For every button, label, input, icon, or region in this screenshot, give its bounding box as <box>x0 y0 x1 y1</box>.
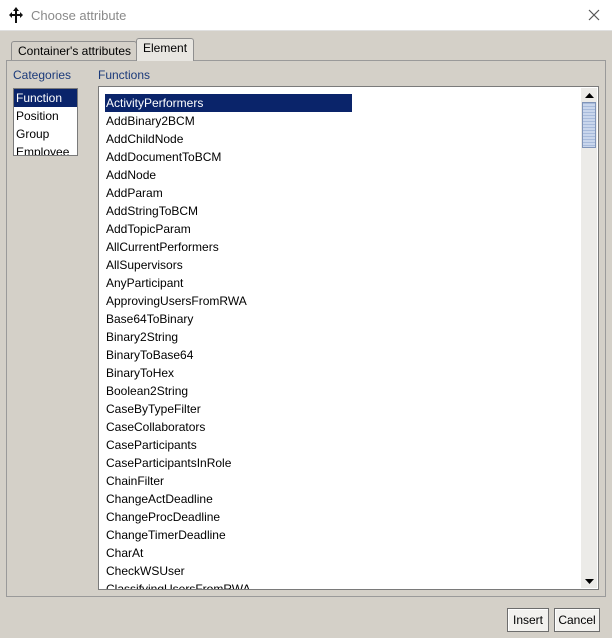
function-item[interactable]: ChangeActDeadline <box>105 490 352 508</box>
function-item[interactable]: AddBinary2BCM <box>105 112 352 130</box>
function-item[interactable]: BinaryToBase64 <box>105 346 352 364</box>
arrow-up-icon <box>584 92 594 98</box>
function-item[interactable]: AddChildNode <box>105 130 352 148</box>
close-button[interactable] <box>582 4 606 26</box>
window-title: Choose attribute <box>31 8 127 23</box>
drag-move-icon <box>9 7 23 23</box>
tab-element[interactable]: Element <box>136 38 194 61</box>
category-item[interactable]: Function <box>14 89 77 107</box>
function-item[interactable]: CaseCollaborators <box>105 418 352 436</box>
close-icon <box>588 9 600 21</box>
cancel-button[interactable]: Cancel <box>554 608 600 632</box>
category-item[interactable]: Position <box>14 107 77 125</box>
function-item[interactable]: AddNode <box>105 166 352 184</box>
function-item[interactable]: AnyParticipant <box>105 274 352 292</box>
arrow-down-icon <box>584 578 594 584</box>
tab-containers-attributes[interactable]: Container's attributes <box>11 41 137 61</box>
functions-scrollbar[interactable] <box>581 88 597 588</box>
function-item[interactable]: CaseParticipantsInRole <box>105 454 352 472</box>
function-item[interactable]: ActivityPerformers <box>105 94 352 112</box>
category-item[interactable]: Employee <box>14 143 77 155</box>
function-item[interactable]: ApprovingUsersFromRWA <box>105 292 352 310</box>
functions-label: Functions <box>98 68 151 82</box>
function-item[interactable]: CharAt <box>105 544 352 562</box>
function-item[interactable]: Binary2String <box>105 328 352 346</box>
function-item[interactable]: CaseParticipants <box>105 436 352 454</box>
function-item[interactable]: CaseByTypeFilter <box>105 400 352 418</box>
function-item[interactable]: AllCurrentPerformers <box>105 238 352 256</box>
scrollbar-thumb[interactable] <box>582 102 596 148</box>
categories-list[interactable]: Function Position Group Employee <box>13 88 78 156</box>
scroll-down-button[interactable] <box>581 574 597 588</box>
function-item[interactable]: Base64ToBinary <box>105 310 352 328</box>
title-bar: Choose attribute <box>0 0 612 31</box>
function-item[interactable]: Boolean2String <box>105 382 352 400</box>
function-item[interactable]: AddDocumentToBCM <box>105 148 352 166</box>
function-item[interactable]: AllSupervisors <box>105 256 352 274</box>
scroll-up-button[interactable] <box>581 88 597 102</box>
function-item[interactable]: AddTopicParam <box>105 220 352 238</box>
function-item[interactable]: AddStringToBCM <box>105 202 352 220</box>
function-item[interactable]: AddParam <box>105 184 352 202</box>
function-item[interactable]: CheckWSUser <box>105 562 352 580</box>
function-item[interactable]: ChangeProcDeadline <box>105 508 352 526</box>
function-item[interactable]: BinaryToHex <box>105 364 352 382</box>
category-item[interactable]: Group <box>14 125 77 143</box>
function-item[interactable]: ChangeTimerDeadline <box>105 526 352 544</box>
function-item[interactable]: ClassifyingUsersFromRWA <box>105 580 352 589</box>
functions-list[interactable]: ActivityPerformers AddBinary2BCM AddChildN… <box>98 86 599 590</box>
categories-label: Categories <box>13 68 72 82</box>
function-item[interactable]: ChainFilter <box>105 472 352 490</box>
insert-button[interactable]: Insert <box>507 608 549 632</box>
